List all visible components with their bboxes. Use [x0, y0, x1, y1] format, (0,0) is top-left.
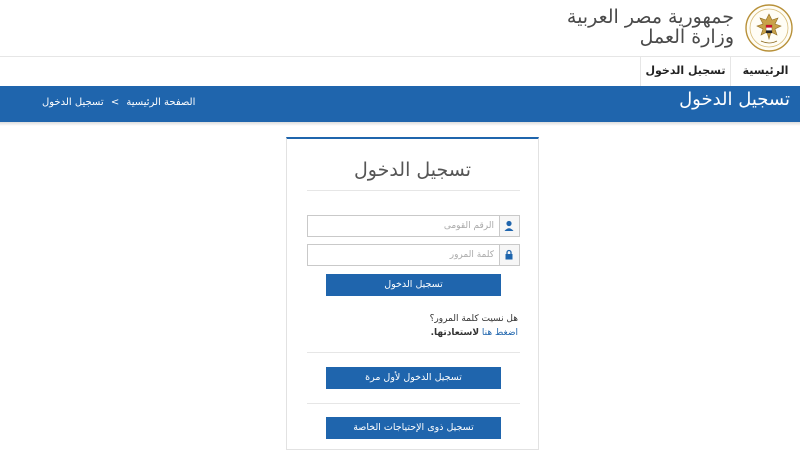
forgot-password-link[interactable]: اضغط هنا — [482, 328, 518, 338]
divider — [307, 403, 520, 404]
breadcrumb: الصفحة الرئيسية > تسجيل الدخول — [42, 97, 195, 108]
site-header: جمهورية مصر العربية وزارة العمل — [0, 0, 800, 56]
divider — [307, 352, 520, 353]
egypt-eagle-emblem-icon[interactable] — [744, 3, 794, 53]
national-id-input[interactable] — [308, 216, 498, 236]
first-time-login-button[interactable]: تسجيل الدخول لأول مرة — [326, 367, 501, 389]
password-field — [307, 244, 520, 266]
login-card: تسجيل الدخول تسجيل الدخول هل نسيت كلمة ا… — [286, 137, 539, 450]
nav-item-login[interactable]: تسجيل الدخول — [640, 57, 730, 87]
breadcrumb-home-link[interactable]: الصفحة الرئيسية — [126, 97, 195, 108]
page-title: تسجيل الدخول — [679, 89, 790, 110]
bar-shadow — [0, 122, 800, 126]
breadcrumb-current: تسجيل الدخول — [42, 97, 104, 108]
login-title: تسجيل الدخول — [353, 159, 472, 181]
ministry-title: جمهورية مصر العربية وزارة العمل — [567, 7, 734, 47]
top-navigation: الرئيسية تسجيل الدخول — [0, 56, 800, 87]
breadcrumb-separator: > — [110, 97, 120, 108]
login-button[interactable]: تسجيل الدخول — [326, 274, 501, 296]
country-name: جمهورية مصر العربية — [566, 6, 734, 28]
divider — [307, 190, 520, 191]
forgot-suffix: لاستعادتها. — [430, 328, 480, 338]
nav-item-home[interactable]: الرئيسية — [730, 57, 800, 87]
forgot-password-text: هل نسيت كلمة المرور؟ اضغط هنا لاستعادتها… — [430, 312, 518, 340]
ministry-name: وزارة العمل — [639, 26, 734, 48]
special-needs-register-button[interactable]: تسجيل ذوى الإحتياجات الخاصة — [326, 417, 501, 439]
lock-icon — [499, 245, 519, 265]
page-title-bar: تسجيل الدخول الصفحة الرئيسية > تسجيل الد… — [0, 86, 800, 122]
password-input[interactable] — [308, 245, 498, 265]
user-icon — [499, 216, 519, 236]
forgot-question: هل نسيت كلمة المرور؟ — [429, 314, 518, 324]
national-id-field — [307, 215, 520, 237]
